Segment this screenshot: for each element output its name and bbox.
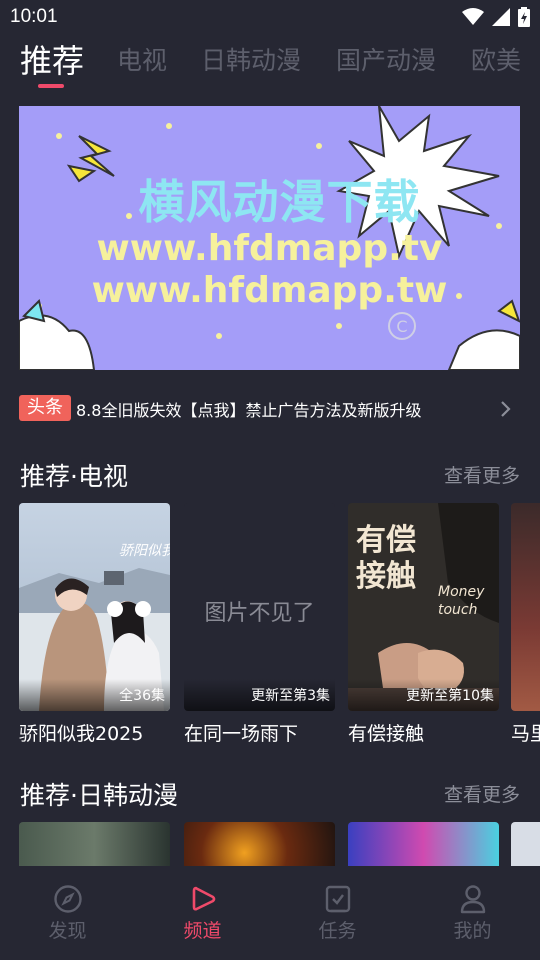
headline-notice[interactable]: 头条 8.8全旧版失效【点我】禁止广告方法及新版升级 xyxy=(19,394,520,422)
poster-image xyxy=(511,503,540,711)
signal-icon xyxy=(492,8,510,26)
tv-card-row: 骄阳似我 全36集 骄阳似我2025 图片不见了 更新至第3集 在同一场雨下 有… xyxy=(0,503,540,753)
poster-subtitle-art: Money touch xyxy=(438,584,485,618)
banner-url-2: www.hfdmapp.tw xyxy=(91,270,448,311)
card-tv-2[interactable]: 图片不见了 更新至第3集 在同一场雨下 xyxy=(184,503,335,746)
nav-tasks[interactable]: 任务 xyxy=(270,866,405,960)
card-title: 在同一场雨下 xyxy=(184,723,299,745)
section-title-tv: 推荐·电视 xyxy=(20,462,128,491)
nav-label-discover: 发现 xyxy=(48,920,87,942)
battery-icon xyxy=(518,7,530,27)
chevron-right-icon xyxy=(501,401,511,417)
section-title-anime: 推荐·日韩动漫 xyxy=(20,781,178,810)
headline-text: 8.8全旧版失效【点我】禁止广告方法及新版升级 xyxy=(76,401,422,420)
profile-icon xyxy=(460,885,485,914)
nav-profile[interactable]: 我的 xyxy=(405,866,540,960)
poster-image: 骄阳似我 全36集 xyxy=(19,503,170,711)
banner-url-1: www.hfdmapp.tv xyxy=(96,228,443,269)
card-title: 骄阳似我2025 xyxy=(19,723,144,745)
nav-label-profile: 我的 xyxy=(453,920,492,942)
nav-channel[interactable]: 频道 xyxy=(135,866,270,960)
play-icon xyxy=(192,886,215,911)
card-title: 马里 xyxy=(511,723,540,745)
category-tabs: 推荐 电视 日韩动漫 国产动漫 欧美 xyxy=(0,38,540,94)
bottom-nav: 发现 频道 任务 我的 xyxy=(0,866,540,960)
active-tab-indicator xyxy=(38,84,64,88)
nav-label-channel: 频道 xyxy=(183,920,222,942)
anime-thumb-2[interactable] xyxy=(184,822,335,866)
wifi-icon xyxy=(462,8,484,25)
tab-cn-anime[interactable]: 国产动漫 xyxy=(336,38,436,86)
poster-placeholder: 图片不见了 更新至第3集 xyxy=(184,503,335,711)
status-bar: 10:01 xyxy=(0,0,540,36)
banner-title: 横风动漫下载 xyxy=(138,175,421,229)
banner[interactable]: C 横风动漫下载 www.hfdmapp.tv www.hfdmapp.tw xyxy=(19,106,520,370)
episode-tag: 更新至第10集 xyxy=(348,679,499,711)
anime-thumb-1[interactable] xyxy=(19,822,170,866)
tab-western[interactable]: 欧美 xyxy=(471,38,521,86)
anime-thumb-3[interactable] xyxy=(348,822,499,866)
headline-badge: 头条 xyxy=(19,395,71,421)
image-missing-text: 图片不见了 xyxy=(204,601,315,626)
svg-text:骄阳似我: 骄阳似我 xyxy=(119,543,170,559)
card-tv-4[interactable]: 马里 xyxy=(511,503,540,746)
compass-icon xyxy=(53,885,82,913)
nav-discover[interactable]: 发现 xyxy=(0,866,135,960)
anime-card-row xyxy=(0,822,540,866)
poster-title-art: 有偿接触 xyxy=(356,523,416,594)
poster-image: 有偿接触 Money touch 更新至第10集 xyxy=(348,503,499,711)
status-icons xyxy=(462,7,530,27)
card-tv-3[interactable]: 有偿接触 Money touch 更新至第10集 有偿接触 xyxy=(348,503,499,746)
card-tv-1[interactable]: 骄阳似我 全36集 骄阳似我2025 xyxy=(19,503,170,746)
status-time: 10:01 xyxy=(10,6,58,27)
svg-text:C: C xyxy=(396,317,407,336)
tab-tv[interactable]: 电视 xyxy=(117,38,167,86)
card-title: 有偿接触 xyxy=(348,723,425,745)
nav-label-tasks: 任务 xyxy=(318,920,357,942)
episode-tag: 更新至第3集 xyxy=(184,679,335,711)
see-more-tv[interactable]: 查看更多 xyxy=(444,461,520,488)
see-more-anime[interactable]: 查看更多 xyxy=(444,780,520,807)
tab-jp-kr-anime[interactable]: 日韩动漫 xyxy=(201,38,301,86)
anime-thumb-4[interactable] xyxy=(511,822,540,866)
task-icon xyxy=(325,885,350,913)
episode-tag: 全36集 xyxy=(19,679,170,711)
tab-recommend[interactable]: 推荐 xyxy=(20,38,84,86)
